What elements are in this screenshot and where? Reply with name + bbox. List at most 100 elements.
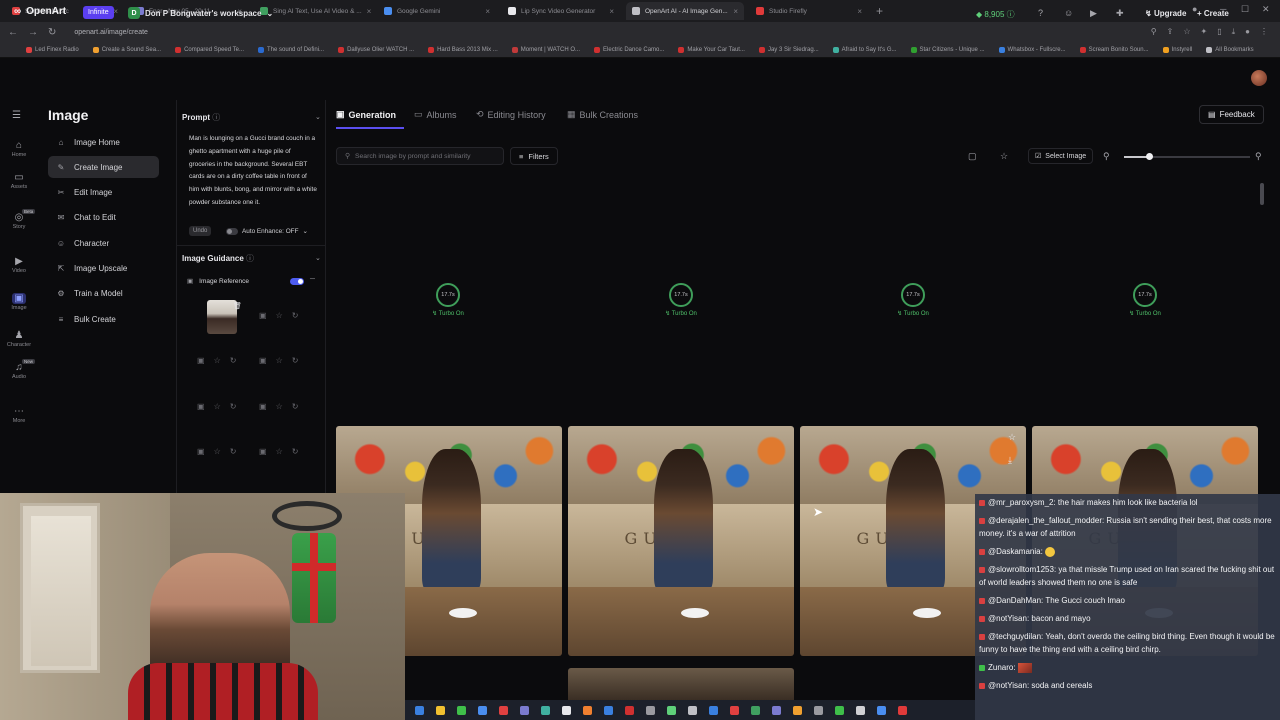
chevron-down-icon[interactable]: ⌄: [315, 254, 321, 262]
rail-item-home[interactable]: ⌂ Home: [0, 140, 38, 158]
reference-slot[interactable]: ▣ ☆ ↻: [197, 402, 236, 411]
profile-avatar[interactable]: [1251, 70, 1267, 86]
taskbar-app-icon[interactable]: [583, 705, 592, 715]
forward-icon[interactable]: →: [28, 27, 38, 38]
prompt-input[interactable]: Man is lounging on a Gucci brand couch i…: [189, 133, 317, 210]
delete-icon[interactable]: 🗑: [233, 302, 242, 310]
downloads-icon[interactable]: ⤓: [1232, 27, 1236, 37]
browser-tab[interactable]: Lip Sync Video Generator ×: [502, 2, 620, 20]
back-icon[interactable]: ←: [8, 27, 18, 38]
taskbar-app-icon[interactable]: [415, 705, 424, 715]
bookmark-item[interactable]: Afraid to Say It's G...: [832, 46, 897, 53]
sidebar-item-image-home[interactable]: ⌂ Image Home: [48, 131, 159, 153]
upgrade-button[interactable]: ↯ Upgrade: [1145, 9, 1186, 18]
sidebar-item-train-a-model[interactable]: ⚙ Train a Model: [48, 283, 159, 305]
toggle-switch[interactable]: [226, 227, 238, 235]
taskbar-app-icon[interactable]: [709, 705, 718, 715]
taskbar-app-icon[interactable]: [436, 705, 445, 715]
reference-slot[interactable]: ▣ ☆ ↻: [197, 447, 236, 456]
reload-icon[interactable]: ↻: [48, 27, 56, 38]
tab-close-icon[interactable]: ×: [367, 7, 372, 16]
taskbar-app-icon[interactable]: [772, 705, 781, 715]
new-tab-button[interactable]: +: [876, 4, 883, 18]
bookmark-item[interactable]: All Bookmarks: [1206, 46, 1254, 53]
favorites-star-icon[interactable]: ☆: [1000, 151, 1008, 162]
browser-tab[interactable]: OpenArt AI - AI Image Gen... ×: [626, 2, 744, 20]
bookmark-item[interactable]: The sound of Defini...: [258, 46, 324, 53]
help-icon[interactable]: ?: [1038, 8, 1043, 18]
bookmark-item[interactable]: Moment | WATCH O...: [511, 46, 580, 53]
browser-tab[interactable]: Google Gemini ×: [378, 2, 496, 20]
taskbar-app-icon[interactable]: [541, 705, 550, 715]
taskbar-app-icon[interactable]: [835, 705, 844, 715]
sidebar-item-edit-image[interactable]: ✂ Edit Image: [48, 182, 159, 204]
zoom-slider-handle[interactable]: [1146, 153, 1154, 160]
bookmark-item[interactable]: Make Your Car Taut...: [678, 46, 745, 53]
tab-bulk-creations[interactable]: ▦ Bulk Creations: [567, 109, 638, 120]
bookmark-item[interactable]: Dallyuse Olier WATCH ...: [338, 46, 414, 53]
rail-item-assets[interactable]: ▭ Assets: [0, 172, 38, 190]
taskbar-app-icon[interactable]: [562, 705, 571, 715]
taskbar-app-icon[interactable]: [499, 705, 508, 715]
bookmark-item[interactable]: Jay 3 Sir Siedrag...: [758, 46, 819, 53]
scrollbar[interactable]: [1260, 183, 1264, 205]
tab-albums[interactable]: ▭ Albums: [414, 109, 457, 120]
account-icon[interactable]: ●: [1245, 27, 1250, 37]
taskbar-app-icon[interactable]: [877, 705, 886, 715]
rail-item-character[interactable]: ♟ Character: [0, 330, 38, 348]
undo-button[interactable]: Undo: [189, 226, 212, 236]
sidebar-item-bulk-create[interactable]: ≡ Bulk Create: [48, 308, 159, 330]
bookmark-item[interactable]: Star Citizens - Unique ...: [910, 46, 985, 53]
image-reference-toggle[interactable]: [290, 278, 304, 285]
sidebar-item-create-image[interactable]: ✎ Create Image: [48, 156, 159, 179]
download-icon[interactable]: ⤓: [1008, 455, 1016, 466]
result-image[interactable]: GUCCI: [568, 426, 794, 656]
bookmark-item[interactable]: Compared Speed Te...: [175, 46, 244, 53]
bookmark-item[interactable]: Instyrell: [1162, 46, 1192, 53]
openart-logo[interactable]: ∞ OpenArt: [14, 6, 66, 17]
taskbar-app-icon[interactable]: [520, 705, 529, 715]
sidebar-item-chat-to-edit[interactable]: ✉ Chat to Edit: [48, 207, 159, 229]
tab-generation[interactable]: ▣ Generation: [336, 109, 396, 120]
result-image-partial[interactable]: [568, 668, 794, 700]
search-input[interactable]: ⚲ Search image by prompt and similarity: [336, 147, 504, 165]
maximize-icon[interactable]: ☐: [1241, 4, 1249, 15]
taskbar-app-icon[interactable]: [856, 705, 865, 715]
rail-item-image[interactable]: ▣ Image: [0, 293, 38, 311]
reference-slot[interactable]: ▣ ☆ ↻: [259, 356, 298, 365]
workspace-switcher[interactable]: D Don P Bongwater's workspace ⌄: [128, 4, 273, 22]
bookmark-item[interactable]: Hard Bass 2013 Mix ...: [428, 46, 498, 53]
credits-balance[interactable]: ◆ 8,905 ⓘ: [976, 9, 1015, 20]
taskbar-app-icon[interactable]: [898, 705, 907, 715]
hamburger-menu-icon[interactable]: ☰: [12, 110, 21, 121]
bookmark-star-icon[interactable]: ☆: [1183, 27, 1190, 37]
reference-slot[interactable]: ▣ ☆ ↻: [197, 356, 236, 365]
filters-button[interactable]: ≡ Filters: [510, 147, 558, 165]
auto-enhance-toggle[interactable]: Auto Enhance: OFF ⌄: [226, 227, 308, 235]
tab-close-icon[interactable]: ×: [113, 7, 118, 16]
bookmark-item[interactable]: Electric Dance Camo...: [594, 46, 664, 53]
bookmark-item[interactable]: Whatsbox - Fullscre...: [998, 46, 1066, 53]
taskbar-app-icon[interactable]: [667, 705, 676, 715]
gift-icon[interactable]: ✚: [1116, 8, 1124, 19]
taskbar-app-icon[interactable]: [478, 705, 487, 715]
taskbar-app-icon[interactable]: [457, 705, 466, 715]
zoom-out-icon[interactable]: ⚲: [1103, 151, 1110, 162]
tab-close-icon[interactable]: ×: [485, 7, 490, 16]
rail-item-more[interactable]: ⋯ More: [0, 406, 38, 424]
tab-close-icon[interactable]: ×: [733, 7, 738, 16]
sidebar-item-character[interactable]: ☺ Character: [48, 232, 159, 254]
taskbar-app-icon[interactable]: [814, 705, 823, 715]
youtube-icon[interactable]: ▶: [1090, 8, 1097, 19]
tab-close-icon[interactable]: ×: [857, 7, 862, 16]
grid-view-icon[interactable]: ▢: [968, 151, 977, 162]
taskbar-app-icon[interactable]: [604, 705, 613, 715]
bookmark-item[interactable]: Create a Sound Sea...: [92, 46, 161, 53]
discord-icon[interactable]: ☺: [1064, 8, 1073, 18]
taskbar-app-icon[interactable]: [793, 705, 802, 715]
tab-editing-history[interactable]: ⟲ Editing History: [476, 109, 546, 120]
menu-icon[interactable]: ⋮: [1260, 27, 1268, 37]
taskbar-app-icon[interactable]: [646, 705, 655, 715]
favorite-star-icon[interactable]: ☆: [1008, 432, 1016, 443]
taskbar-app-icon[interactable]: [751, 705, 760, 715]
